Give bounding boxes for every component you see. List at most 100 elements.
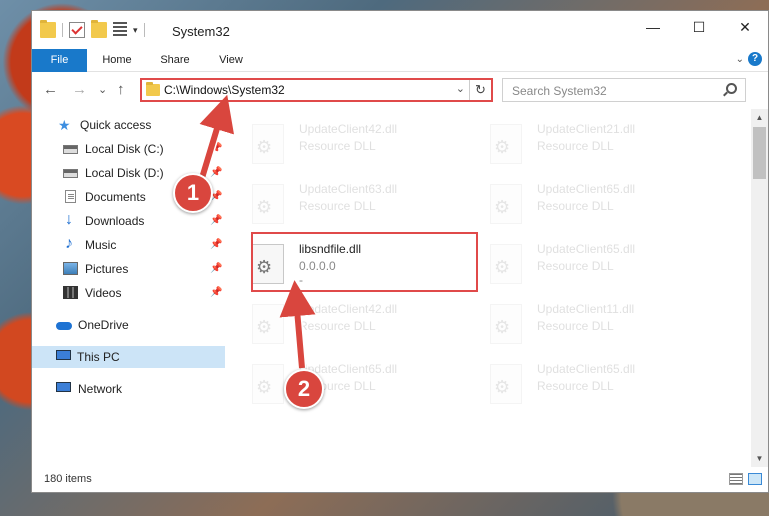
sidebar-item-label: Quick access bbox=[80, 118, 152, 132]
sidebar-item-downloads[interactable]: Downloads bbox=[63, 209, 223, 232]
star-icon bbox=[58, 114, 73, 136]
file-item[interactable]: UpdateClient11.dll Resource DLL bbox=[470, 297, 692, 353]
explorer-window: ▾ System32 — ☐ ✕ File Home Share View ⌄ … bbox=[31, 10, 769, 493]
details-view-icon[interactable] bbox=[729, 473, 743, 485]
sidebar-item-label: Videos bbox=[85, 286, 122, 300]
vertical-scrollbar[interactable]: ▲ ▼ bbox=[751, 109, 768, 467]
search-box[interactable]: Search System32 bbox=[502, 78, 746, 102]
tab-view[interactable]: View bbox=[206, 49, 256, 72]
tab-file[interactable]: File bbox=[32, 49, 87, 72]
pictures-icon bbox=[63, 262, 78, 275]
forward-button[interactable]: → bbox=[72, 81, 87, 98]
dll-file-icon bbox=[252, 364, 284, 404]
toolbar-separator bbox=[143, 23, 145, 37]
quick-access-toolbar: ▾ bbox=[40, 20, 145, 38]
address-bar[interactable]: C:\Windows\System32 ⌄ ↻ bbox=[140, 78, 493, 102]
sidebar-item-label: Pictures bbox=[85, 262, 129, 276]
sidebar-item-this-pc[interactable]: This PC bbox=[32, 346, 225, 368]
window-controls: — ☐ ✕ bbox=[630, 11, 768, 43]
pin-icon[interactable]: 📌 bbox=[210, 287, 222, 298]
file-description: Resource DLL bbox=[299, 139, 376, 153]
pin-icon[interactable]: 📌 bbox=[210, 215, 222, 226]
onedrive-icon bbox=[56, 318, 72, 331]
file-item[interactable]: UpdateClient21.dll Resource DLL bbox=[470, 117, 692, 173]
title-bar: ▾ System32 — ☐ ✕ bbox=[32, 11, 768, 49]
disk-icon bbox=[63, 169, 78, 178]
dll-file-icon bbox=[490, 244, 522, 284]
pin-icon[interactable]: 📌 bbox=[210, 167, 222, 178]
sidebar-item-network[interactable]: Network bbox=[56, 378, 216, 400]
file-description: Resource DLL bbox=[537, 259, 614, 273]
file-name: UpdateClient42.dll bbox=[299, 122, 398, 136]
annotation-marker-1: 1 bbox=[173, 173, 213, 213]
ribbon-tabs: File Home Share View ⌄ ? bbox=[32, 49, 768, 72]
folder-icon bbox=[146, 82, 160, 96]
maximize-button[interactable]: ☐ bbox=[676, 11, 722, 43]
dll-file-icon bbox=[252, 304, 284, 344]
file-item[interactable]: UpdateClient65.dll Resource DLL bbox=[470, 237, 692, 293]
disk-icon bbox=[63, 145, 78, 154]
dll-file-icon bbox=[490, 304, 522, 344]
status-bar: 180 items bbox=[32, 468, 768, 492]
sidebar-item-music[interactable]: Music bbox=[63, 233, 223, 256]
file-item[interactable]: UpdateClient42.dll Resource DLL bbox=[232, 297, 454, 353]
up-button[interactable]: ↑ bbox=[117, 81, 125, 98]
this-pc-icon bbox=[56, 350, 71, 360]
documents-icon bbox=[65, 190, 76, 203]
file-item[interactable]: UpdateClient63.dll Resource DLL bbox=[232, 177, 454, 233]
dll-file-icon bbox=[490, 184, 522, 224]
close-button[interactable]: ✕ bbox=[722, 11, 768, 43]
pin-icon[interactable]: 📌 bbox=[210, 239, 222, 250]
refresh-button[interactable]: ↻ bbox=[469, 80, 491, 100]
properties-icon[interactable] bbox=[113, 22, 127, 38]
item-count: 180 items bbox=[44, 473, 92, 485]
address-path[interactable]: C:\Windows\System32 bbox=[164, 83, 285, 97]
help-icon[interactable]: ? bbox=[748, 52, 762, 66]
file-description: Resource DLL bbox=[537, 199, 614, 213]
scroll-up-icon[interactable]: ▲ bbox=[751, 109, 768, 126]
properties-check-icon[interactable] bbox=[69, 22, 85, 38]
file-description: Resource DLL bbox=[299, 319, 376, 333]
sidebar-item-label: Network bbox=[78, 382, 123, 396]
file-name: UpdateClient63.dll bbox=[299, 182, 398, 196]
search-input[interactable]: Search System32 bbox=[512, 84, 607, 98]
scroll-thumb[interactable] bbox=[753, 127, 766, 179]
customize-toolbar-icon[interactable]: ▾ bbox=[133, 25, 138, 36]
file-item[interactable]: UpdateClient65.dll Resource DLL bbox=[470, 357, 692, 413]
search-icon[interactable] bbox=[726, 83, 737, 94]
file-item[interactable]: UpdateClient65.dll Resource DLL bbox=[470, 177, 692, 233]
recent-locations-button[interactable]: ⌄ bbox=[98, 83, 107, 96]
new-folder-icon[interactable] bbox=[91, 20, 107, 38]
file-name: UpdateClient65.dll bbox=[537, 242, 636, 256]
back-button[interactable]: ← bbox=[43, 81, 58, 98]
expand-ribbon-icon[interactable]: ⌄ bbox=[736, 54, 744, 65]
sidebar-item-videos[interactable]: Videos bbox=[63, 282, 223, 304]
pin-icon[interactable]: 📌 bbox=[210, 143, 222, 154]
sidebar-item-quick-access[interactable]: Quick access bbox=[58, 114, 218, 136]
dll-file-icon bbox=[252, 124, 284, 164]
file-item[interactable]: UpdateClient42.dll Resource DLL bbox=[232, 117, 454, 173]
sidebar-item-label: Local Disk (D:) bbox=[85, 166, 164, 180]
address-dropdown-icon[interactable]: ⌄ bbox=[456, 82, 465, 95]
annotation-marker-2: 2 bbox=[284, 369, 324, 409]
navigation-pane: Quick access Local Disk (C:) Local Disk … bbox=[32, 109, 225, 464]
pin-icon[interactable]: 📌 bbox=[210, 263, 222, 274]
file-item[interactable]: UpdateClient65.dll Resource DLL bbox=[232, 357, 454, 413]
tab-share[interactable]: Share bbox=[150, 49, 200, 72]
toolbar-separator bbox=[62, 23, 63, 37]
window-title: System32 bbox=[172, 24, 230, 39]
sidebar-item-pictures[interactable]: Pictures bbox=[63, 258, 223, 280]
file-description: Resource DLL bbox=[537, 319, 614, 333]
sidebar-item-label: Documents bbox=[85, 190, 146, 204]
tab-home[interactable]: Home bbox=[92, 49, 142, 72]
sidebar-item-onedrive[interactable]: OneDrive bbox=[56, 314, 216, 336]
minimize-button[interactable]: — bbox=[630, 11, 676, 43]
file-description: Resource DLL bbox=[537, 139, 614, 153]
sidebar-item-label: Music bbox=[85, 238, 117, 252]
folder-icon[interactable] bbox=[40, 20, 56, 38]
sidebar-item-label: Local Disk (C:) bbox=[85, 142, 164, 156]
file-description: Resource DLL bbox=[299, 199, 376, 213]
sidebar-item-local-disk-c[interactable]: Local Disk (C:) bbox=[63, 138, 223, 160]
scroll-down-icon[interactable]: ▼ bbox=[751, 450, 768, 467]
large-icons-view-icon[interactable] bbox=[748, 473, 762, 485]
